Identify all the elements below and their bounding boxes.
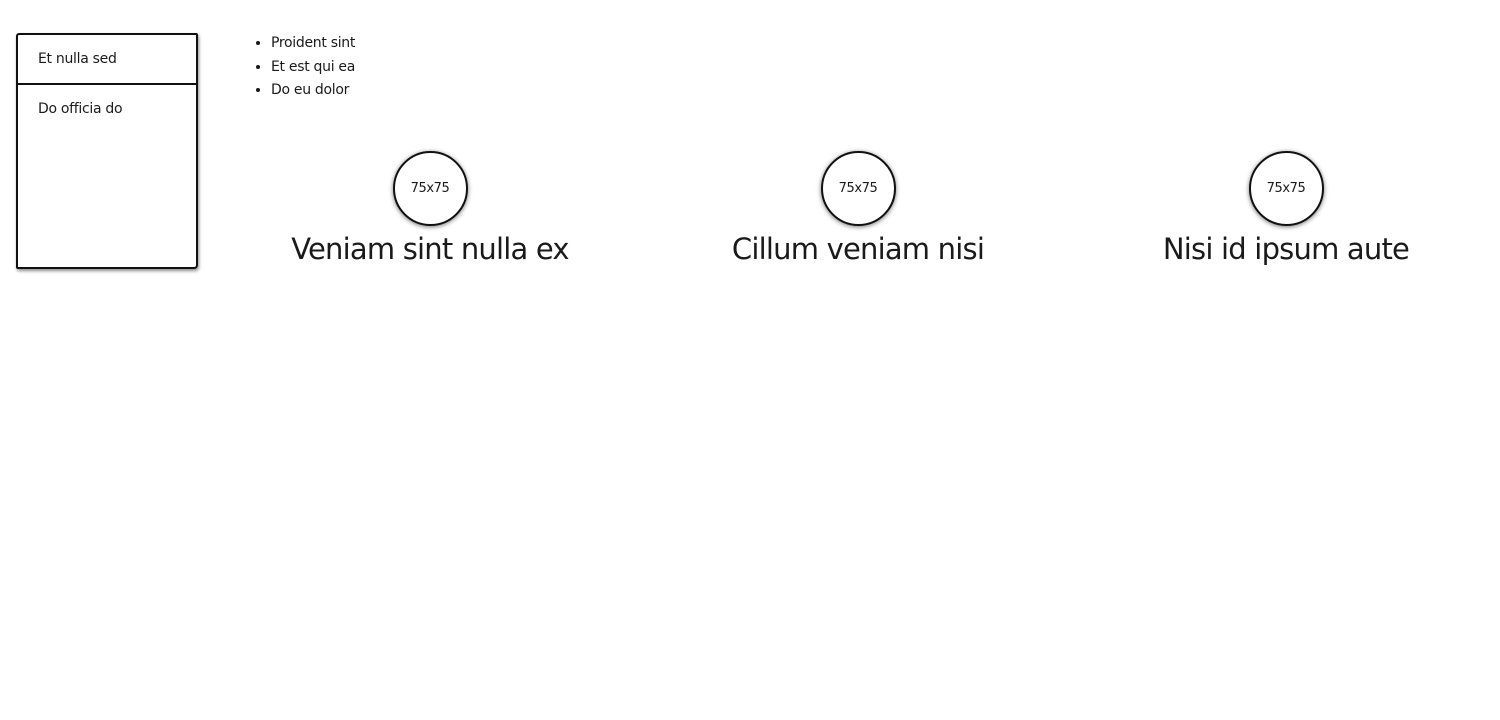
image-placeholder: 75x75 [820,151,896,226]
list-item: Proident sint [271,32,355,56]
sidebar-item-et-nulla-sed[interactable]: Et nulla sed [18,35,196,85]
feature-title: Nisi id ipsum aute [1162,232,1410,266]
feature-card-1: 75x75 Veniam sint nulla ex [215,151,645,269]
feature-card-3: 75x75 Nisi id ipsum aute [1071,151,1500,269]
sidebar-item-do-officia-do[interactable]: Do officia do [18,85,196,133]
feature-title: Veniam sint nulla ex [291,232,569,266]
image-placeholder: 75x75 [392,151,468,226]
list-item: Et est qui ea [271,56,355,80]
bullet-list: Proident sint Et est qui ea Do eu dolor [232,32,355,103]
image-placeholder: 75x75 [1248,151,1324,226]
page: Et nulla sed Do officia do Proident sint… [0,0,1500,720]
list-item: Do eu dolor [271,79,355,103]
feature-card-2: 75x75 Cillum veniam nisi [643,151,1073,269]
feature-title: Cillum veniam nisi [731,232,985,266]
sidebar-nav: Et nulla sed Do officia do [16,33,198,269]
